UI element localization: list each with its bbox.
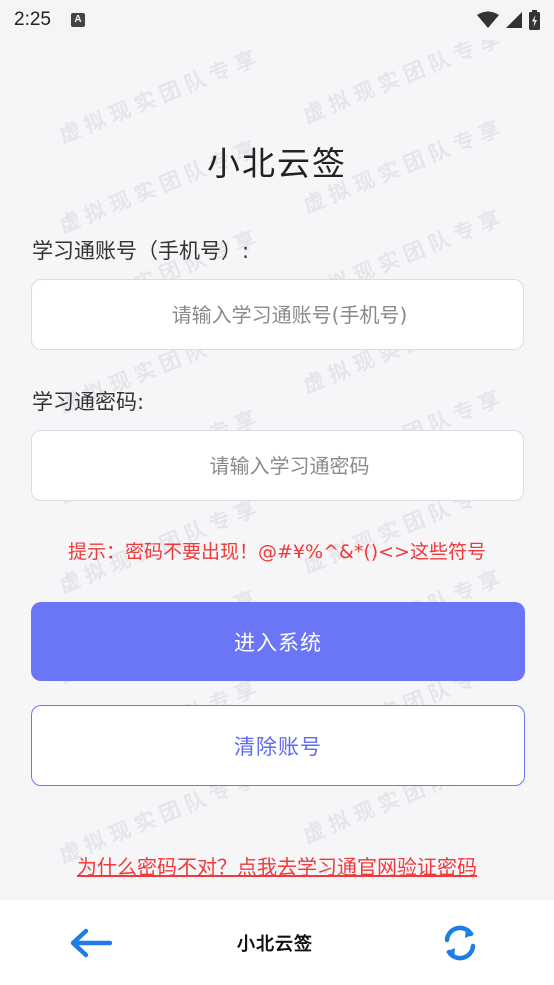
status-bar: 2:25 A: [0, 0, 554, 40]
wifi-icon: [477, 11, 499, 28]
account-input[interactable]: [31, 279, 524, 350]
cellular-signal-icon: [506, 12, 522, 28]
status-right: [477, 10, 540, 30]
watermark-text: 虚拟现实团队专享: [55, 44, 266, 148]
battery-charging-icon: [529, 10, 540, 30]
clear-account-button[interactable]: 清除账号: [31, 705, 525, 786]
bottom-bar-title: 小北云签: [237, 933, 313, 955]
notification-app-icon: A: [70, 13, 85, 27]
page-title: 小北云签: [207, 144, 347, 183]
verify-password-link[interactable]: 为什么密码不对？点我去学习通官网验证密码: [0, 851, 554, 880]
bottom-bar: 小北云签: [0, 900, 554, 985]
back-button[interactable]: [66, 919, 114, 967]
password-hint: 提示：密码不要出现！@#¥%^&*()<>这些符号: [68, 541, 486, 563]
refresh-button[interactable]: [436, 919, 484, 967]
password-input[interactable]: [31, 430, 524, 501]
enter-system-button[interactable]: 进入系统: [31, 602, 525, 681]
status-time: 2:25: [14, 9, 51, 30]
watermark-text: 虚拟现实团队专享: [299, 40, 510, 128]
refresh-icon: [444, 925, 476, 960]
password-label: 学习通密码:: [32, 390, 145, 414]
status-left: 2:25 A: [14, 9, 85, 31]
main-content: 虚拟现实团队专享 虚拟现实团队专享 虚拟现实团队专享 虚拟现实团队专享 虚拟现实…: [0, 40, 554, 900]
account-label: 学习通账号（手机号）:: [32, 239, 250, 263]
arrow-left-icon: [70, 928, 112, 957]
